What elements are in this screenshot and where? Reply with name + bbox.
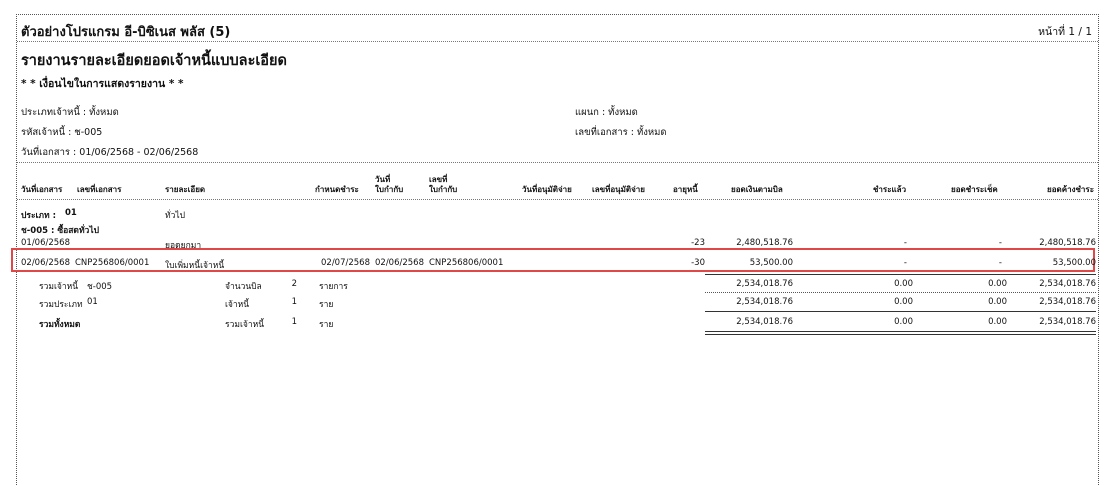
totals-divider [705,292,1096,293]
company-name: ตัวอย่างโปรแกรม อี-บิซิเนส พลัส (5) [21,25,231,40]
column-divider [17,199,1098,200]
total-balance: 2,534,018.76 [1039,279,1096,289]
total-unit: รายการ [319,282,348,292]
grand-total-label: รวมทั้งหมด [39,320,81,330]
col-doc-no: เลขที่เอกสาร [77,185,122,194]
total-code: ช-005 [87,282,113,292]
total-balance: 2,534,018.76 [1039,297,1096,307]
report-page: ตัวอย่างโปรแกรม อี-บิซิเนส พลัส (5) หน้า… [11,14,1099,485]
row-paid: - [903,238,907,248]
row-age: -30 [691,258,705,268]
header-divider [17,41,1098,42]
grand-total-paid: 0.00 [894,317,913,327]
grand-total-underline [705,331,1096,332]
total-count-label: จำนวนบิล [225,282,262,292]
totals-divider [705,274,1096,275]
group-type-label: ประเภท : [21,211,56,221]
totals-divider [705,311,1096,312]
row-detail: ใบเพิ่มหนี้เจ้าหนี้ [165,261,225,271]
filter-doc-no: เลขที่เอกสาร : ทั้งหมด [575,127,667,138]
col-doc-date: วันที่เอกสาร [21,185,63,194]
col-inv-no: เลขที่ ใบกำกับ [429,175,458,194]
row-inv-date: 02/06/2568 [375,258,424,268]
total-code: 01 [87,297,98,307]
row-net-paid: - [998,238,1002,248]
row-bill-amount: 2,480,518.76 [736,238,793,248]
total-count-label: เจ้าหนี้ [225,300,250,310]
row-balance: 2,480,518.76 [1039,238,1096,248]
row-balance: 53,500.00 [1052,258,1096,268]
total-paid: 0.00 [894,279,913,289]
total-label: รวมเจ้าหนี้ [39,282,79,292]
total-bill-amount: 2,534,018.76 [736,279,793,289]
col-balance: ยอดค้างชำระ [1047,185,1094,194]
col-detail: รายละเอียด [165,185,206,194]
col-bill-amount: ยอดเงินตามบิล [731,185,783,194]
grand-total-balance: 2,534,018.76 [1039,317,1096,327]
row-paid: - [903,258,907,268]
group-creditor: ช-005 : ซื้อสดทั่วไป [21,226,99,236]
col-due-date: กำหนดชำระ [315,185,359,194]
group-type-code: 01 [65,208,77,218]
col-approve-date: วันที่อนุมัติจ่าย [522,185,572,194]
page-number: หน้าที่ 1 / 1 [1038,26,1092,38]
grand-total-bill-amount: 2,534,018.76 [736,317,793,327]
filter-doc-date: วันที่เอกสาร : 01/06/2568 - 02/06/2568 [21,147,199,158]
total-unit: ราย [319,320,334,330]
total-label: รวมประเภท [39,300,83,310]
col-net-paid: ยอดชำระเช็ค [951,185,998,194]
total-bill-amount: 2,534,018.76 [736,297,793,307]
row-bill-amount: 53,500.00 [749,258,793,268]
row-doc-no: CNP256806/0001 [75,258,150,268]
row-due-date: 02/07/2568 [321,258,370,268]
total-count: 2 [291,279,297,289]
report-title: รายงานรายละเอียดยอดเจ้าหนี้แบบละเอียด [21,53,287,69]
filter-creditor-type: ประเภทเจ้าหนี้ : ทั้งหมด [21,107,119,118]
row-net-paid: - [998,258,1002,268]
row-age: -23 [691,238,705,248]
filter-department: แผนก : ทั้งหมด [575,107,638,118]
row-doc-date: 01/06/2568 [21,238,70,248]
col-approve-no: เลขที่อนุมัติจ่าย [592,185,645,194]
total-count: 1 [291,317,297,327]
row-doc-date: 02/06/2568 [21,258,70,268]
total-count: 1 [291,297,297,307]
col-inv-date: วันที่ ใบกำกับ [375,175,404,194]
col-paid: ชำระแล้ว [873,185,907,194]
total-unit: ราย [319,300,334,310]
group-type-name: ทั่วไป [165,211,186,221]
total-paid: 0.00 [894,297,913,307]
total-count-label: รวมเจ้าหนี้ [225,320,265,330]
condition-title: * * เงื่อนไขในการแสดงรายงาน * * [21,78,184,90]
col-age: อายุหนี้ [673,185,698,194]
filter-creditor-code: รหัสเจ้าหนี้ : ช-005 [21,127,103,138]
filter-divider [17,162,1098,163]
row-inv-no: CNP256806/0001 [429,258,504,268]
grand-total-underline [705,334,1096,335]
